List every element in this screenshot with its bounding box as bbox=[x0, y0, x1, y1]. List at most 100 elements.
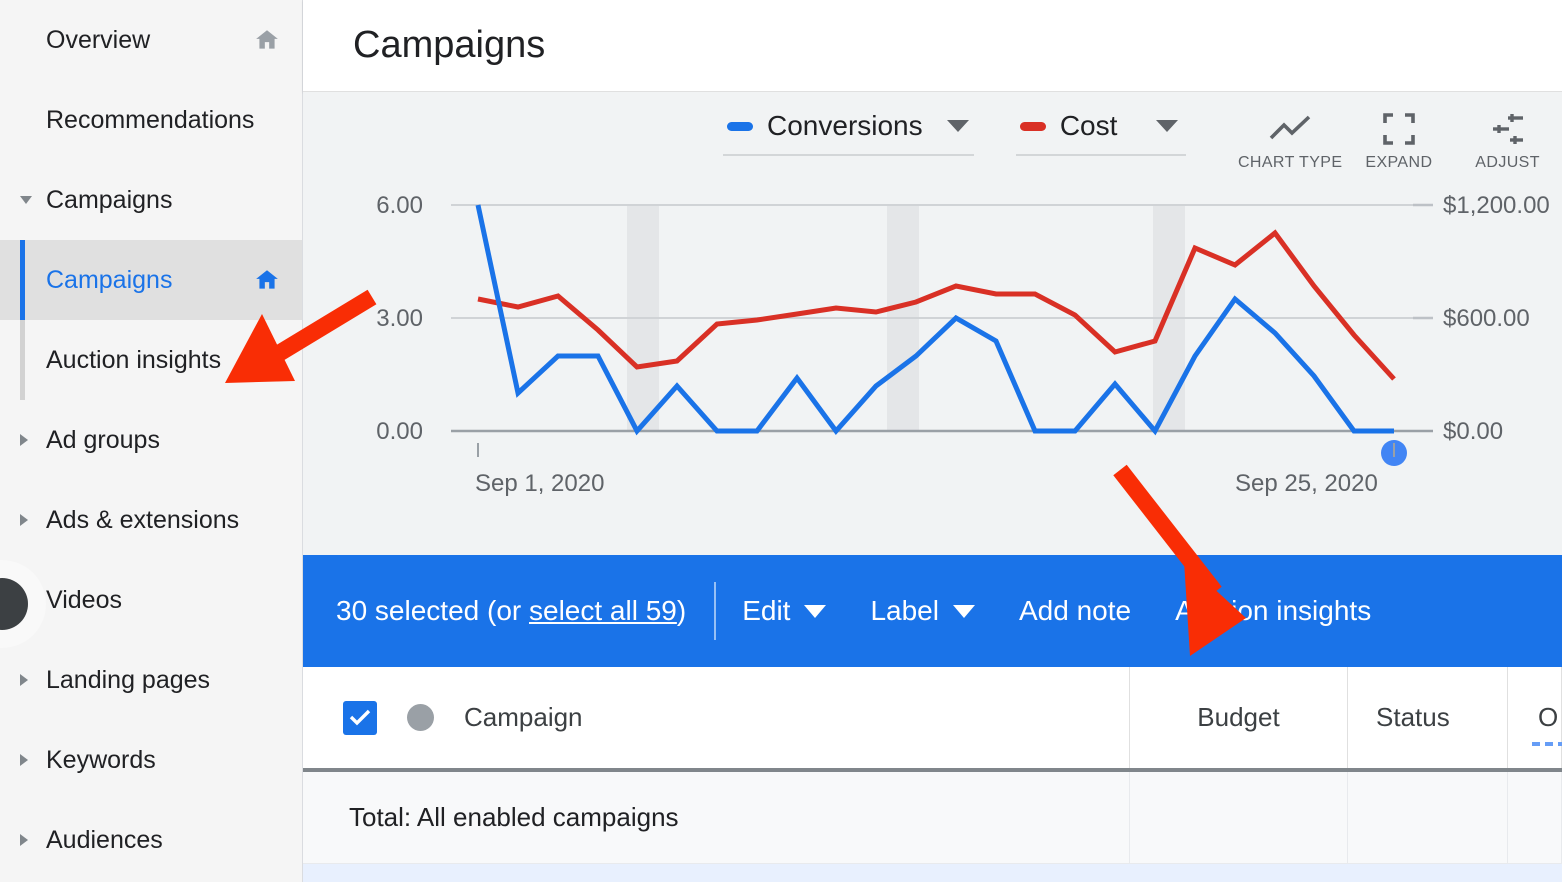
y-axis-tick-6: 6.00 bbox=[303, 192, 423, 220]
column-status-label: Status bbox=[1376, 702, 1450, 733]
left-sidebar: Overview Recommendations Campaigns Campa… bbox=[0, 0, 303, 882]
sidebar-item-label: Campaigns bbox=[46, 186, 282, 215]
chevron-down-icon bbox=[20, 196, 32, 204]
cost-color-swatch bbox=[1020, 122, 1046, 131]
metric-selector-conversions[interactable]: Conversions bbox=[723, 110, 974, 156]
sidebar-item-label: Campaigns bbox=[46, 266, 252, 295]
chevron-down-icon bbox=[804, 605, 826, 618]
sidebar-item-ad-groups[interactable]: Ad groups bbox=[0, 400, 302, 480]
column-budget-label: Budget bbox=[1197, 702, 1279, 733]
selection-summary: 30 selected (or select all 59) bbox=[336, 595, 686, 627]
sidebar-item-landing-pages[interactable]: Landing pages bbox=[0, 640, 302, 720]
x-tick bbox=[1393, 443, 1395, 457]
edit-label: Edit bbox=[742, 595, 790, 627]
chevron-right-icon bbox=[20, 674, 28, 686]
sidebar-item-label: Keywords bbox=[46, 746, 282, 775]
chart-toolbar: Conversions Cost CHART TYPE bbox=[303, 92, 1562, 187]
x-axis-end-label: Sep 25, 2020 bbox=[1235, 470, 1378, 498]
label-label: Label bbox=[870, 595, 939, 627]
cell-optimization bbox=[1508, 772, 1562, 863]
column-status[interactable]: Status bbox=[1348, 667, 1508, 768]
select-all-checkbox[interactable] bbox=[343, 701, 377, 735]
column-campaign-label: Campaign bbox=[464, 702, 583, 733]
sidebar-item-recommendations[interactable]: Recommendations bbox=[0, 80, 302, 160]
sidebar-item-overview[interactable]: Overview bbox=[0, 0, 302, 80]
chevron-down-icon bbox=[953, 605, 975, 618]
x-axis-start-label: Sep 1, 2020 bbox=[475, 470, 604, 498]
auction-insights-label: Auction insights bbox=[1175, 595, 1371, 627]
adjust-label: ADJUST bbox=[1475, 154, 1540, 172]
app-root: Overview Recommendations Campaigns Campa… bbox=[0, 0, 1562, 882]
column-campaign[interactable]: Campaign bbox=[303, 667, 1130, 768]
metric-selector-cost[interactable]: Cost bbox=[1016, 110, 1186, 156]
chevron-right-icon bbox=[20, 754, 28, 766]
chevron-down-icon bbox=[1156, 120, 1178, 132]
sidebar-item-campaigns[interactable]: Campaigns bbox=[0, 240, 302, 320]
home-icon bbox=[252, 27, 282, 53]
column-optimization-score[interactable]: O bbox=[1508, 667, 1562, 768]
sidebar-item-label: Recommendations bbox=[46, 106, 282, 135]
sidebar-group-campaigns[interactable]: Campaigns bbox=[0, 160, 302, 240]
campaigns-table: Campaign Budget Status O Total: All enab… bbox=[303, 667, 1562, 882]
y2-axis-tick-600: $600.00 bbox=[1443, 305, 1530, 333]
conversions-color-swatch bbox=[727, 122, 753, 131]
cell-status bbox=[1348, 772, 1508, 863]
sidebar-item-videos[interactable]: Videos bbox=[0, 560, 302, 640]
table-row[interactable] bbox=[303, 864, 1562, 882]
chevron-down-icon bbox=[947, 120, 969, 132]
sidebar-item-label: Overview bbox=[46, 26, 252, 55]
y2-axis-tick-0: $0.00 bbox=[1443, 418, 1503, 446]
sidebar-item-label: Ads & extensions bbox=[46, 506, 282, 535]
chart-type-label: CHART TYPE bbox=[1238, 154, 1342, 172]
sidebar-item-label: Auction insights bbox=[46, 346, 282, 375]
chart-type-button[interactable]: CHART TYPE bbox=[1236, 110, 1345, 172]
sidebar-item-ads-extensions[interactable]: Ads & extensions bbox=[0, 480, 302, 560]
metric-label: Conversions bbox=[767, 110, 923, 142]
sidebar-item-label: Audiences bbox=[46, 826, 282, 855]
metric-label: Cost bbox=[1060, 110, 1132, 142]
chart-plot-area: 6.00 3.00 0.00 $1,200.00 $600.00 $0.00 S… bbox=[303, 187, 1562, 555]
divider bbox=[714, 582, 716, 640]
performance-chart-panel: Conversions Cost CHART TYPE bbox=[303, 92, 1562, 555]
sidebar-item-label: Landing pages bbox=[46, 666, 282, 695]
auction-insights-button[interactable]: Auction insights bbox=[1175, 595, 1371, 627]
chart-svg bbox=[303, 187, 1562, 555]
column-optimization-label: O bbox=[1538, 702, 1558, 733]
expand-icon bbox=[1382, 112, 1416, 146]
x-tick bbox=[477, 443, 479, 457]
sliders-icon bbox=[1490, 112, 1526, 146]
line-chart-icon bbox=[1268, 112, 1312, 146]
sidebar-item-label: Ad groups bbox=[46, 426, 282, 455]
cell-campaign: Total: All enabled campaigns bbox=[303, 772, 1130, 863]
page-title: Campaigns bbox=[353, 24, 545, 67]
chevron-right-icon bbox=[20, 434, 28, 446]
y-axis-tick-3: 3.00 bbox=[303, 305, 423, 333]
y-axis-tick-0: 0.00 bbox=[303, 418, 423, 446]
sidebar-item-label: Videos bbox=[46, 586, 282, 615]
page-header: Campaigns bbox=[303, 0, 1562, 92]
edit-button[interactable]: Edit bbox=[742, 595, 826, 627]
home-icon bbox=[252, 267, 282, 293]
label-button[interactable]: Label bbox=[870, 595, 975, 627]
cell-budget bbox=[1130, 772, 1348, 863]
select-all-link[interactable]: select all 59 bbox=[529, 595, 677, 626]
add-note-label: Add note bbox=[1019, 595, 1131, 627]
series-line-cost bbox=[478, 233, 1394, 379]
column-budget[interactable]: Budget bbox=[1130, 667, 1348, 768]
adjust-button[interactable]: ADJUST bbox=[1453, 110, 1562, 172]
expand-label: EXPAND bbox=[1365, 154, 1432, 172]
sidebar-item-audiences[interactable]: Audiences bbox=[0, 800, 302, 880]
selection-prefix: 30 selected (or bbox=[336, 595, 529, 626]
add-note-button[interactable]: Add note bbox=[1019, 595, 1131, 627]
main-content: Campaigns Conversions Cost bbox=[303, 0, 1562, 882]
table-row[interactable]: Total: All enabled campaigns bbox=[303, 772, 1562, 864]
chevron-right-icon bbox=[20, 514, 28, 526]
expand-button[interactable]: EXPAND bbox=[1345, 110, 1454, 172]
sidebar-item-keywords[interactable]: Keywords bbox=[0, 720, 302, 800]
dashed-underline bbox=[1532, 742, 1562, 746]
status-circle-icon bbox=[407, 704, 434, 731]
chevron-right-icon bbox=[20, 834, 28, 846]
sidebar-item-auction-insights[interactable]: Auction insights bbox=[0, 320, 302, 400]
bulk-action-bar: 30 selected (or select all 59) Edit Labe… bbox=[303, 555, 1562, 667]
y2-axis-tick-1200: $1,200.00 bbox=[1443, 192, 1550, 220]
